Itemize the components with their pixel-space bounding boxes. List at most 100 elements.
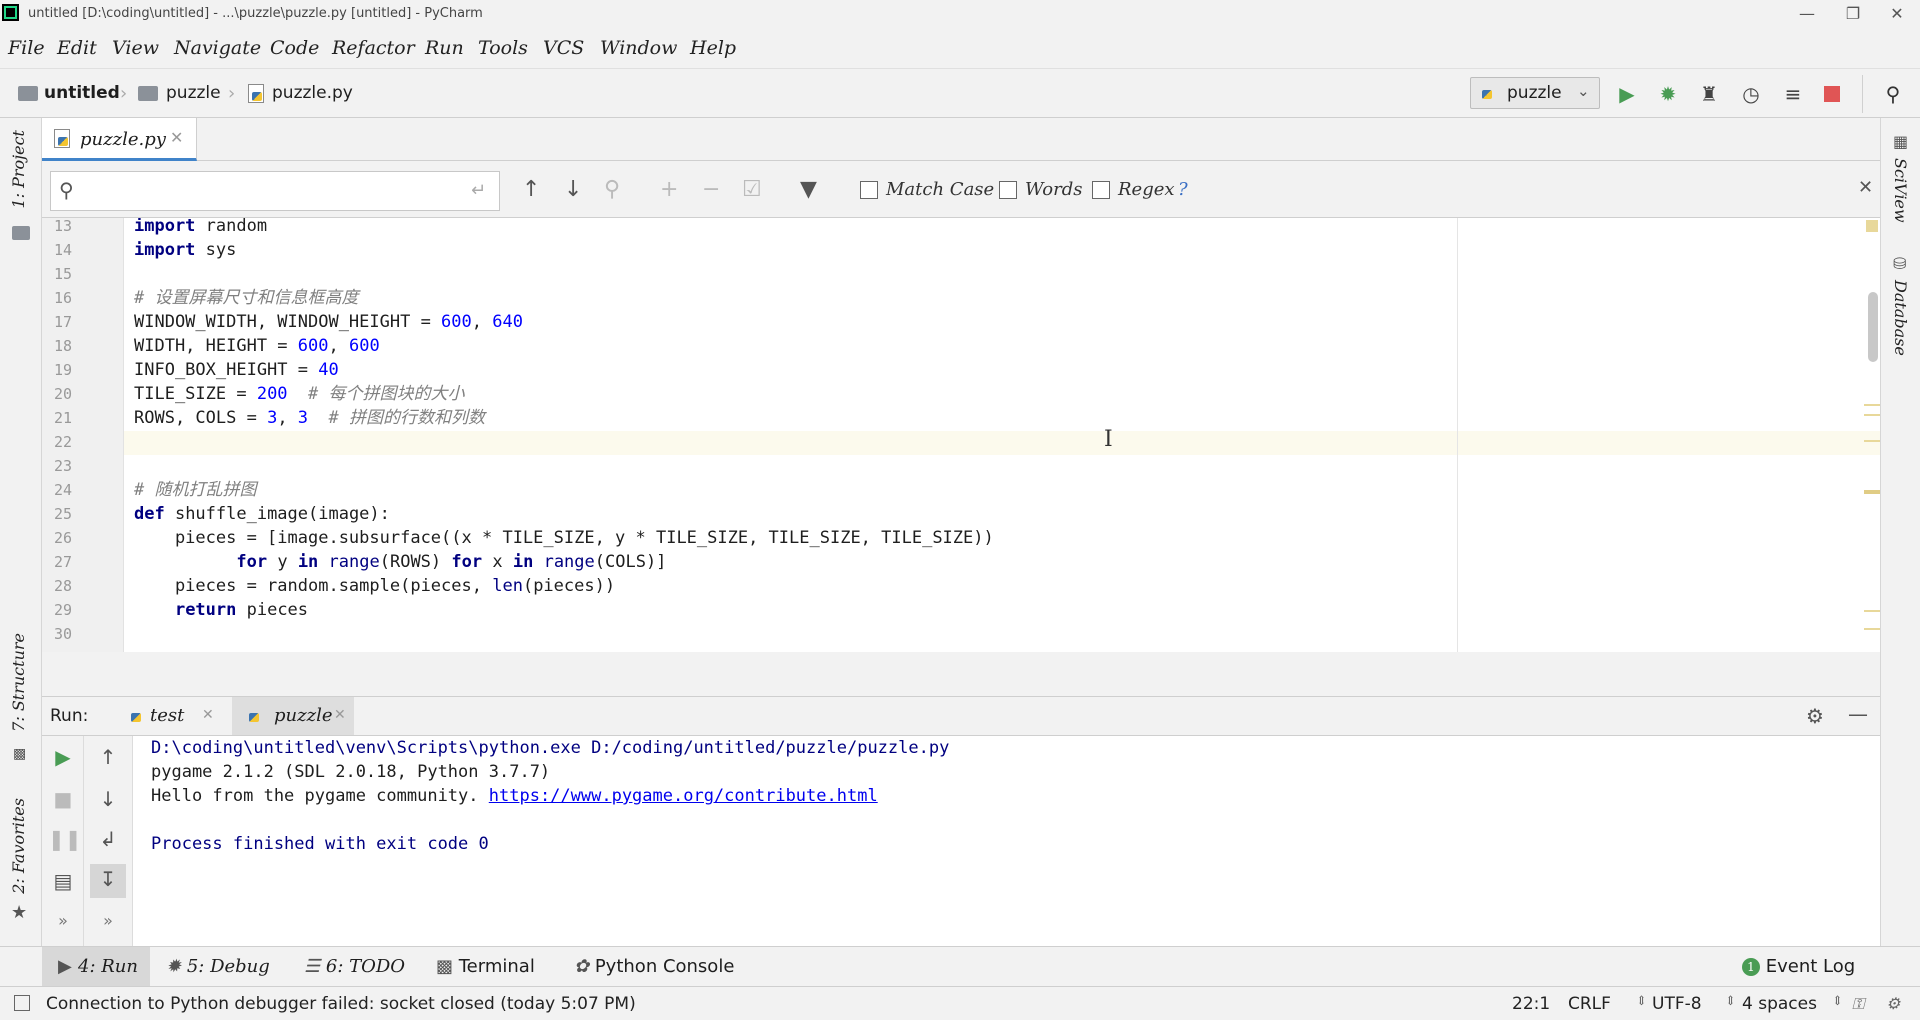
run-tab-test[interactable]: test ✕ xyxy=(120,697,220,735)
console-link[interactable]: https://www.pygame.org/contribute.html xyxy=(489,786,878,806)
words-label: Words xyxy=(1025,179,1083,200)
maximize-icon[interactable]: ❐ xyxy=(1830,2,1876,26)
menu-refactor[interactable]: Refactor xyxy=(332,37,415,59)
menu-vcs[interactable]: VCS xyxy=(543,37,584,59)
event-log-button[interactable]: 1 Event Log xyxy=(1742,947,1855,987)
structure-tool-button[interactable]: 7: Structure xyxy=(9,633,28,732)
menu-window[interactable]: Window xyxy=(600,37,677,59)
rerun-icon[interactable]: ▶ xyxy=(48,742,78,772)
add-occurrence-icon[interactable]: + xyxy=(660,177,678,202)
next-occurrence-icon[interactable]: ↓ xyxy=(564,177,582,202)
code-line: pieces = [image.subsurface((x * TILE_SIZ… xyxy=(134,528,994,548)
more-icon[interactable]: » xyxy=(48,906,78,936)
run-configuration-select[interactable]: puzzle ⌄ xyxy=(1470,77,1600,109)
regex-label: Regex xyxy=(1118,179,1175,200)
lock-icon[interactable]: ⚿ xyxy=(1852,994,1864,1014)
up-stack-icon[interactable]: ↑ xyxy=(93,742,123,772)
close-tab-icon[interactable]: ✕ xyxy=(170,128,183,147)
debug-tool-button[interactable]: ✹ 5: Debug xyxy=(166,947,270,987)
profile-icon[interactable]: ◷ xyxy=(1738,81,1764,107)
soft-wrap-icon[interactable]: ↲ xyxy=(93,824,123,854)
menu-tools[interactable]: Tools xyxy=(478,37,528,59)
regex-checkbox[interactable] xyxy=(1092,181,1110,199)
hide-panel-icon[interactable]: — xyxy=(1848,702,1868,726)
scroll-marker xyxy=(1864,440,1880,442)
menu-view[interactable]: View xyxy=(112,37,159,59)
words-checkbox[interactable] xyxy=(999,181,1017,199)
project-tool-button[interactable]: 1: Project xyxy=(9,130,28,209)
remove-occurrence-icon[interactable]: − xyxy=(702,177,720,202)
breadcrumb-project[interactable]: untitled xyxy=(44,83,120,103)
stop-icon[interactable]: ■ xyxy=(48,784,78,814)
menu-edit[interactable]: Edit xyxy=(57,37,97,59)
file-encoding[interactable]: UTF-8 xyxy=(1652,994,1702,1014)
search-input[interactable]: ⚲ ↵ xyxy=(50,171,500,211)
sciview-tool-button[interactable]: SciView xyxy=(1891,158,1910,223)
scroll-to-end-icon[interactable]: ↧ xyxy=(90,864,126,898)
python-console-tool-label: Python Console xyxy=(594,956,735,977)
close-icon[interactable]: ✕ xyxy=(1874,2,1920,26)
caret-position[interactable]: 22:1 xyxy=(1512,994,1550,1014)
run-with-coverage-icon[interactable]: ♜ xyxy=(1696,81,1722,107)
close-tab-icon[interactable]: ✕ xyxy=(334,707,346,723)
menu-code[interactable]: Code xyxy=(270,37,319,59)
run-tab-label: test xyxy=(150,705,185,726)
line-separator[interactable]: CRLF xyxy=(1568,994,1611,1014)
toggle-tool-windows-icon[interactable] xyxy=(14,995,30,1011)
title-bar: untitled [D:\coding\untitled] - ...\puzz… xyxy=(0,0,1920,28)
right-margin-guide xyxy=(1457,218,1458,652)
updown-icon: ⇕ xyxy=(1636,994,1647,1009)
terminal-tool-button[interactable]: ▩ Terminal xyxy=(436,947,535,987)
code-editor[interactable]: 13 14 15 16 17 18 19 20 21 22 23 24 25 2… xyxy=(42,218,1880,652)
line-number: 23 xyxy=(53,457,72,475)
status-message[interactable]: Connection to Python debugger failed: so… xyxy=(46,994,636,1014)
console-line: pygame 2.1.2 (SDL 2.0.18, Python 3.7.7) xyxy=(151,762,551,782)
search-everywhere-icon[interactable]: ⚲ xyxy=(1880,81,1906,107)
more-icon[interactable]: » xyxy=(93,906,123,936)
menu-help[interactable]: Help xyxy=(690,37,736,59)
menu-navigate[interactable]: Navigate xyxy=(174,37,261,59)
debug-icon[interactable]: ✹ xyxy=(1655,81,1681,107)
run-tool-button[interactable]: ▶ 4: Run xyxy=(42,947,150,987)
run-console[interactable]: D:\coding\untitled\venv\Scripts\python.e… xyxy=(133,736,1880,946)
scrollbar-thumb[interactable] xyxy=(1868,292,1878,362)
current-line-highlight xyxy=(124,431,1880,455)
todo-tool-button[interactable]: ☰ 6: TODO xyxy=(304,947,405,987)
text-cursor-icon: I xyxy=(1104,427,1113,452)
favorites-tool-button[interactable]: 2: Favorites xyxy=(9,798,28,894)
pause-icon[interactable]: ❚❚ xyxy=(48,824,82,854)
run-tab-puzzle[interactable]: puzzle ✕ xyxy=(232,697,354,735)
breadcrumb-separator: › xyxy=(120,83,128,104)
match-case-checkbox[interactable] xyxy=(860,181,878,199)
database-tool-button[interactable]: Database xyxy=(1891,280,1910,356)
breadcrumb-folder[interactable]: puzzle xyxy=(166,83,221,103)
editor-tab-puzzle-py[interactable]: puzzle.py ✕ xyxy=(42,118,197,161)
previous-occurrence-icon[interactable]: ↑ xyxy=(522,177,540,202)
indent-setting[interactable]: 4 spaces xyxy=(1742,994,1817,1014)
menu-file[interactable]: File xyxy=(8,37,45,59)
menu-run[interactable]: Run xyxy=(425,37,464,59)
inspector-icon[interactable]: ⚙ xyxy=(1886,994,1900,1013)
regex-help-link[interactable]: ? xyxy=(1178,179,1188,200)
line-number: 18 xyxy=(53,337,72,355)
line-number: 21 xyxy=(53,409,72,427)
close-find-icon[interactable]: ✕ xyxy=(1858,177,1873,198)
breadcrumb-file[interactable]: puzzle.py xyxy=(272,83,353,103)
find-all-icon[interactable]: ⚲ xyxy=(604,177,620,202)
run-icon[interactable]: ▶ xyxy=(1614,81,1640,107)
stop-icon[interactable] xyxy=(1824,86,1840,102)
close-tab-icon[interactable]: ✕ xyxy=(202,707,214,723)
select-all-occurrences-icon[interactable]: ☑ xyxy=(742,177,762,202)
concurrency-diagram-icon[interactable]: ≡ xyxy=(1780,81,1806,107)
editor-scrollbar[interactable] xyxy=(1864,218,1880,652)
layout-icon[interactable]: ▤ xyxy=(48,866,78,896)
gear-icon[interactable]: ⚙ xyxy=(1806,704,1824,728)
python-console-tool-button[interactable]: ✿ Python Console xyxy=(574,947,734,987)
star-icon: ★ xyxy=(11,902,28,923)
find-bar: ⚲ ↵ ↑ ↓ ⚲ + − ☑ ▼ Match Case Words Regex… xyxy=(42,161,1880,218)
down-stack-icon[interactable]: ↓ xyxy=(93,784,123,814)
filter-icon[interactable]: ▼ xyxy=(800,177,817,202)
minimize-icon[interactable]: — xyxy=(1784,2,1830,26)
terminal-tool-label: Terminal xyxy=(458,956,535,977)
line-number: 20 xyxy=(53,385,72,403)
